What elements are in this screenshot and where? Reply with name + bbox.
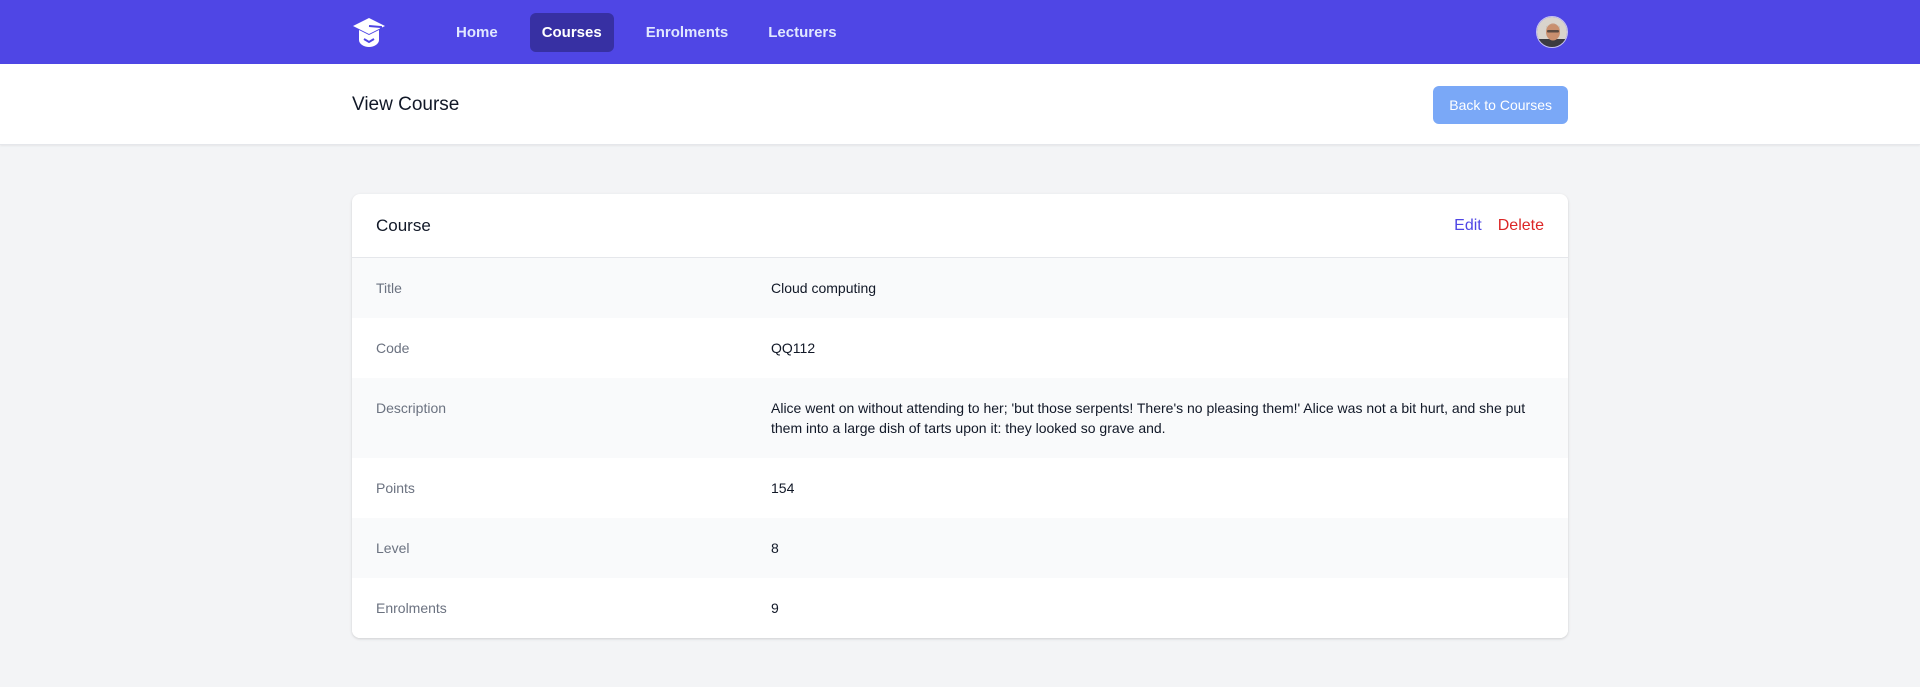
nav-inner: Home Courses Enrolments Lecturers [352,0,1568,64]
edit-link[interactable]: Edit [1454,217,1482,235]
detail-value: QQ112 [771,340,816,356]
detail-row-enrolments: Enrolments 9 [352,578,1568,638]
card-title: Course [376,215,431,235]
detail-label: Points [376,480,415,496]
detail-row-code: Code QQ112 [352,318,1568,378]
back-to-courses-button[interactable]: Back to Courses [1433,85,1568,124]
top-navigation-bar: Home Courses Enrolments Lecturers [0,0,1920,64]
page-header: View Course Back to Courses [0,64,1920,145]
detail-label: Level [376,540,410,556]
graduation-cap-icon[interactable] [352,15,386,49]
header-inner: View Course Back to Courses [352,64,1568,145]
detail-row-level: Level 8 [352,518,1568,578]
detail-row-points: Points 154 [352,458,1568,518]
nav-link-lecturers[interactable]: Lecturers [756,13,848,52]
details-list: Title Cloud computing Code QQ112 Descrip… [352,258,1568,638]
detail-row-title: Title Cloud computing [352,258,1568,318]
course-details-card: Course Edit Delete Title Cloud computing… [352,194,1568,638]
detail-label: Description [376,400,447,416]
nav-links: Home Courses Enrolments Lecturers [456,12,861,52]
detail-label: Enrolments [376,600,447,616]
nav-link-courses[interactable]: Courses [529,12,614,52]
delete-link[interactable]: Delete [1498,217,1544,235]
detail-value: 154 [771,480,795,496]
detail-row-description: Description Alice went on without attend… [352,378,1568,458]
page-title: View Course [352,93,460,115]
nav-link-enrolments[interactable]: Enrolments [634,13,741,52]
detail-label: Title [376,280,402,296]
nav-link-home[interactable]: Home [444,13,510,52]
detail-value: 8 [771,540,779,556]
detail-value: Cloud computing [771,280,877,296]
detail-value: Alice went on without attending to her; … [771,400,1526,436]
detail-label: Code [376,340,410,356]
detail-value: 9 [771,600,779,616]
card-header: Course Edit Delete [352,194,1568,258]
user-avatar[interactable] [1536,16,1568,48]
card-actions: Edit Delete [1454,217,1544,235]
